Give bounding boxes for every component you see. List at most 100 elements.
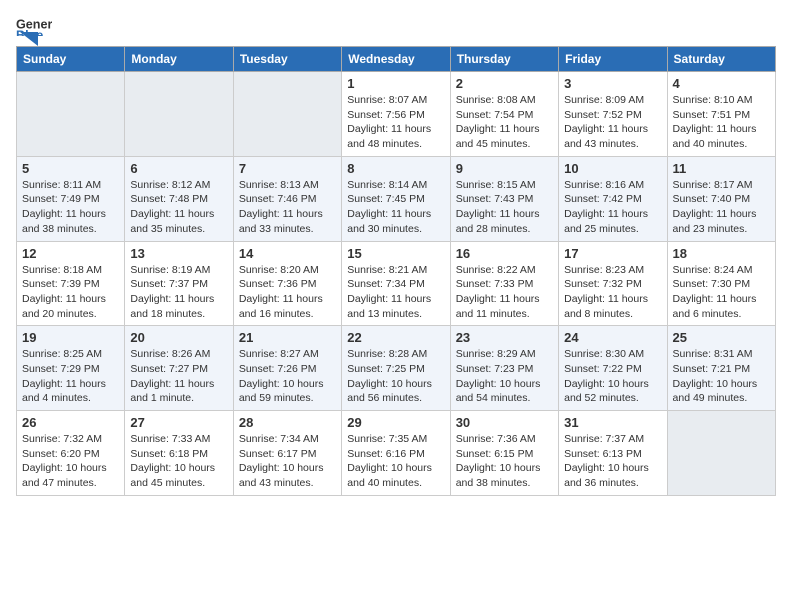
day-info: Sunrise: 8:14 AM Sunset: 7:45 PM Dayligh… [347, 178, 444, 237]
day-info: Sunrise: 8:08 AM Sunset: 7:54 PM Dayligh… [456, 93, 553, 152]
day-info: Sunrise: 8:30 AM Sunset: 7:22 PM Dayligh… [564, 347, 661, 406]
day-info: Sunrise: 8:29 AM Sunset: 7:23 PM Dayligh… [456, 347, 553, 406]
calendar-cell: 3 Sunrise: 8:09 AM Sunset: 7:52 PM Daylig… [559, 72, 667, 157]
calendar-cell: 1 Sunrise: 8:07 AM Sunset: 7:56 PM Daylig… [342, 72, 450, 157]
logo-arrow-icon [20, 32, 38, 46]
day-info: Sunrise: 8:31 AM Sunset: 7:21 PM Dayligh… [673, 347, 770, 406]
calendar-cell [233, 72, 341, 157]
calendar-cell: 18 Sunrise: 8:24 AM Sunset: 7:30 PM Dayli… [667, 241, 775, 326]
calendar-cell: 7 Sunrise: 8:13 AM Sunset: 7:46 PM Daylig… [233, 156, 341, 241]
day-info: Sunrise: 8:20 AM Sunset: 7:36 PM Dayligh… [239, 263, 336, 322]
day-number: 15 [347, 246, 444, 261]
day-number: 1 [347, 76, 444, 91]
calendar-cell: 13 Sunrise: 8:19 AM Sunset: 7:37 PM Dayli… [125, 241, 233, 326]
calendar-cell: 26Sunrise: 7:32 AM Sunset: 6:20 PM Dayli… [17, 411, 125, 496]
day-number: 13 [130, 246, 227, 261]
calendar-cell: 4Sunrise: 8:10 AM Sunset: 7:51 PM Daylig… [667, 72, 775, 157]
day-info: Sunrise: 7:36 AM Sunset: 6:15 PM Dayligh… [456, 432, 553, 491]
calendar-cell: 27 Sunrise: 7:33 AM Sunset: 6:18 PM Dayli… [125, 411, 233, 496]
day-info: Sunrise: 8:17 AM Sunset: 7:40 PM Dayligh… [673, 178, 770, 237]
day-info: Sunrise: 8:22 AM Sunset: 7:33 PM Dayligh… [456, 263, 553, 322]
day-number: 7 [239, 161, 336, 176]
day-number: 12 [22, 246, 119, 261]
calendar-cell: 9 Sunrise: 8:15 AM Sunset: 7:43 PM Daylig… [450, 156, 558, 241]
day-number: 8 [347, 161, 444, 176]
day-info: Sunrise: 8:27 AM Sunset: 7:26 PM Dayligh… [239, 347, 336, 406]
calendar-table: SundayMondayTuesdayWednesdayThursdayFrid… [16, 46, 776, 496]
day-info: Sunrise: 8:13 AM Sunset: 7:46 PM Dayligh… [239, 178, 336, 237]
day-number: 31 [564, 415, 661, 430]
calendar-body: 1 Sunrise: 8:07 AM Sunset: 7:56 PM Daylig… [17, 72, 776, 496]
day-info: Sunrise: 8:09 AM Sunset: 7:52 PM Dayligh… [564, 93, 661, 152]
day-info: Sunrise: 7:37 AM Sunset: 6:13 PM Dayligh… [564, 432, 661, 491]
calendar-cell: 31 Sunrise: 7:37 AM Sunset: 6:13 PM Dayli… [559, 411, 667, 496]
calendar-cell: 12 Sunrise: 8:18 AM Sunset: 7:39 PM Dayli… [17, 241, 125, 326]
calendar-cell: 10Sunrise: 8:16 AM Sunset: 7:42 PM Dayli… [559, 156, 667, 241]
day-number: 10 [564, 161, 661, 176]
calendar-week-row: 19Sunrise: 8:25 AM Sunset: 7:29 PM Dayli… [17, 326, 776, 411]
day-info: Sunrise: 8:15 AM Sunset: 7:43 PM Dayligh… [456, 178, 553, 237]
day-info: Sunrise: 8:24 AM Sunset: 7:30 PM Dayligh… [673, 263, 770, 322]
calendar-cell: 30 Sunrise: 7:36 AM Sunset: 6:15 PM Dayli… [450, 411, 558, 496]
day-info: Sunrise: 8:28 AM Sunset: 7:25 PM Dayligh… [347, 347, 444, 406]
weekday-header: Saturday [667, 47, 775, 72]
day-number: 6 [130, 161, 227, 176]
logo: General Blue [16, 16, 52, 42]
day-number: 2 [456, 76, 553, 91]
day-info: Sunrise: 8:18 AM Sunset: 7:39 PM Dayligh… [22, 263, 119, 322]
calendar-cell [125, 72, 233, 157]
calendar-cell: 21 Sunrise: 8:27 AM Sunset: 7:26 PM Dayli… [233, 326, 341, 411]
day-number: 27 [130, 415, 227, 430]
day-info: Sunrise: 7:34 AM Sunset: 6:17 PM Dayligh… [239, 432, 336, 491]
day-number: 21 [239, 330, 336, 345]
day-info: Sunrise: 8:12 AM Sunset: 7:48 PM Dayligh… [130, 178, 227, 237]
calendar-cell: 2 Sunrise: 8:08 AM Sunset: 7:54 PM Daylig… [450, 72, 558, 157]
calendar-cell [667, 411, 775, 496]
day-number: 26 [22, 415, 119, 430]
day-number: 9 [456, 161, 553, 176]
day-number: 20 [130, 330, 227, 345]
day-info: Sunrise: 7:33 AM Sunset: 6:18 PM Dayligh… [130, 432, 227, 491]
day-info: Sunrise: 8:07 AM Sunset: 7:56 PM Dayligh… [347, 93, 444, 152]
calendar-cell: 17Sunrise: 8:23 AM Sunset: 7:32 PM Dayli… [559, 241, 667, 326]
day-number: 30 [456, 415, 553, 430]
calendar-header-row: SundayMondayTuesdayWednesdayThursdayFrid… [17, 47, 776, 72]
day-number: 25 [673, 330, 770, 345]
day-number: 18 [673, 246, 770, 261]
calendar-cell: 5Sunrise: 8:11 AM Sunset: 7:49 PM Daylig… [17, 156, 125, 241]
calendar-cell: 23Sunrise: 8:29 AM Sunset: 7:23 PM Dayli… [450, 326, 558, 411]
calendar-cell: 8 Sunrise: 8:14 AM Sunset: 7:45 PM Daylig… [342, 156, 450, 241]
weekday-header: Sunday [17, 47, 125, 72]
day-number: 16 [456, 246, 553, 261]
weekday-header: Wednesday [342, 47, 450, 72]
day-info: Sunrise: 8:10 AM Sunset: 7:51 PM Dayligh… [673, 93, 770, 152]
day-number: 29 [347, 415, 444, 430]
weekday-header: Tuesday [233, 47, 341, 72]
calendar-cell: 6 Sunrise: 8:12 AM Sunset: 7:48 PM Daylig… [125, 156, 233, 241]
day-number: 14 [239, 246, 336, 261]
day-number: 5 [22, 161, 119, 176]
calendar-cell: 16 Sunrise: 8:22 AM Sunset: 7:33 PM Dayli… [450, 241, 558, 326]
day-number: 11 [673, 161, 770, 176]
weekday-header: Monday [125, 47, 233, 72]
day-info: Sunrise: 8:19 AM Sunset: 7:37 PM Dayligh… [130, 263, 227, 322]
day-info: Sunrise: 8:23 AM Sunset: 7:32 PM Dayligh… [564, 263, 661, 322]
calendar-cell: 29 Sunrise: 7:35 AM Sunset: 6:16 PM Dayli… [342, 411, 450, 496]
calendar-cell: 22Sunrise: 8:28 AM Sunset: 7:25 PM Dayli… [342, 326, 450, 411]
weekday-header: Friday [559, 47, 667, 72]
day-info: Sunrise: 8:25 AM Sunset: 7:29 PM Dayligh… [22, 347, 119, 406]
calendar-week-row: 1 Sunrise: 8:07 AM Sunset: 7:56 PM Daylig… [17, 72, 776, 157]
calendar-week-row: 26Sunrise: 7:32 AM Sunset: 6:20 PM Dayli… [17, 411, 776, 496]
day-number: 3 [564, 76, 661, 91]
calendar-cell: 20 Sunrise: 8:26 AM Sunset: 7:27 PM Dayli… [125, 326, 233, 411]
calendar-cell: 24Sunrise: 8:30 AM Sunset: 7:22 PM Dayli… [559, 326, 667, 411]
calendar-cell: 28 Sunrise: 7:34 AM Sunset: 6:17 PM Dayli… [233, 411, 341, 496]
calendar-cell: 19Sunrise: 8:25 AM Sunset: 7:29 PM Dayli… [17, 326, 125, 411]
day-info: Sunrise: 7:35 AM Sunset: 6:16 PM Dayligh… [347, 432, 444, 491]
day-info: Sunrise: 8:21 AM Sunset: 7:34 PM Dayligh… [347, 263, 444, 322]
day-number: 28 [239, 415, 336, 430]
calendar-cell: 11 Sunrise: 8:17 AM Sunset: 7:40 PM Dayli… [667, 156, 775, 241]
day-info: Sunrise: 8:26 AM Sunset: 7:27 PM Dayligh… [130, 347, 227, 406]
calendar-cell: 15 Sunrise: 8:21 AM Sunset: 7:34 PM Dayli… [342, 241, 450, 326]
calendar-cell [17, 72, 125, 157]
